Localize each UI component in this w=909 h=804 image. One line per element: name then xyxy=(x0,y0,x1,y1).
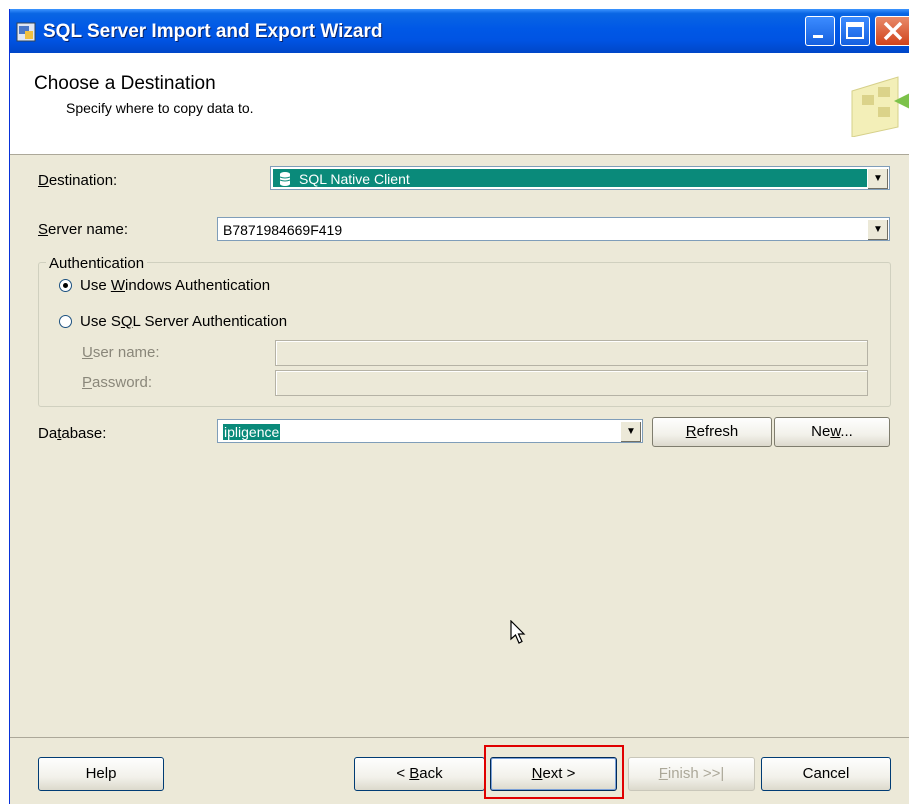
page-title: Choose a Destination xyxy=(34,73,216,94)
database-icon xyxy=(279,172,291,186)
destination-select[interactable]: SQL Native Client ▼ xyxy=(270,166,890,190)
title-bar[interactable]: SQL Server Import and Export Wizard xyxy=(10,9,909,53)
finish-button[interactable]: Finish >>| xyxy=(628,757,755,791)
minimize-icon xyxy=(813,35,823,38)
wizard-app-icon xyxy=(16,22,36,42)
database-select[interactable]: ipligence ▼ xyxy=(217,419,643,443)
footer-divider xyxy=(10,737,909,738)
next-button-highlight xyxy=(484,745,624,799)
refresh-button[interactable]: Refresh xyxy=(652,417,772,447)
help-button[interactable]: Help xyxy=(38,757,164,791)
database-label: Database: xyxy=(38,425,107,442)
password-input[interactable] xyxy=(275,370,868,396)
destination-label: Destination: xyxy=(38,172,118,189)
database-value: ipligence xyxy=(223,424,281,440)
wizard-window: SQL Server Import and Export Wizard Choo… xyxy=(9,9,909,804)
windows-auth-radio[interactable] xyxy=(59,279,72,292)
sql-auth-radio[interactable] xyxy=(59,315,72,328)
username-label: User name: xyxy=(82,344,160,361)
server-name-label: Server name: xyxy=(38,221,129,238)
sql-auth-label[interactable]: Use SQL Server Authentication xyxy=(80,313,287,330)
wizard-header: Choose a Destination Specify where to co… xyxy=(10,53,909,155)
server-name-value[interactable]: B7871984669F419 xyxy=(220,220,867,238)
wizard-header-icon xyxy=(851,76,909,137)
authentication-legend: Authentication xyxy=(46,255,148,272)
page-subtitle: Specify where to copy data to. xyxy=(66,100,254,116)
username-input[interactable] xyxy=(275,340,868,366)
destination-value: SQL Native Client xyxy=(299,171,410,187)
maximize-button[interactable] xyxy=(840,16,870,46)
new-button[interactable]: New... xyxy=(774,417,890,447)
server-name-select[interactable]: B7871984669F419 ▼ xyxy=(217,217,890,241)
dropdown-arrow-icon[interactable]: ▼ xyxy=(867,168,888,189)
password-label: Password: xyxy=(82,374,153,391)
maximize-icon xyxy=(846,22,864,39)
minimize-button[interactable] xyxy=(805,16,835,46)
dropdown-arrow-icon[interactable]: ▼ xyxy=(867,219,888,240)
mouse-cursor-icon xyxy=(510,620,526,644)
back-button[interactable]: < Back xyxy=(354,757,485,791)
close-button[interactable] xyxy=(875,16,909,46)
cancel-button[interactable]: Cancel xyxy=(761,757,891,791)
close-icon xyxy=(883,21,903,41)
windows-auth-label[interactable]: Use Windows Authentication xyxy=(80,277,270,294)
window-title: SQL Server Import and Export Wizard xyxy=(43,21,383,42)
dropdown-arrow-icon[interactable]: ▼ xyxy=(620,421,641,442)
